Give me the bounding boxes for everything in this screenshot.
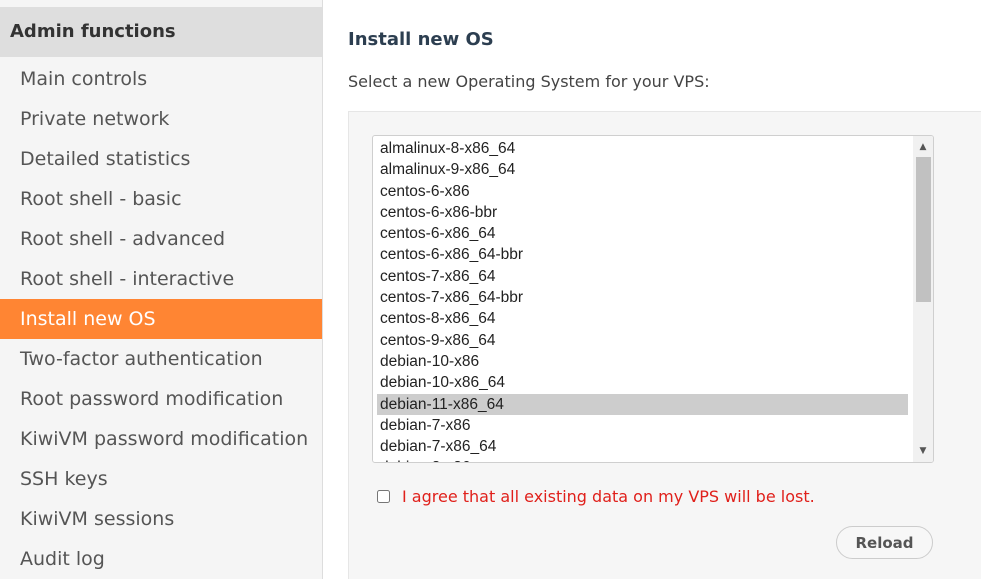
agree-row: I agree that all existing data on my VPS… [377, 484, 815, 508]
sidebar-menu: Main controls Private network Detailed sta… [0, 59, 322, 579]
sidebar-item-root-shell-interactive[interactable]: Root shell - interactive [0, 259, 322, 299]
os-select-list[interactable]: almalinux-8-x86_64 almalinux-9-x86_64 cent… [372, 135, 934, 463]
sidebar-item-install-new-os[interactable]: Install new OS [0, 299, 322, 339]
os-option[interactable]: debian-10-x86_64 [377, 372, 908, 393]
page: Admin functions Main controls Private net… [0, 0, 981, 579]
os-option[interactable]: debian-11-x86_64 [377, 393, 908, 415]
sidebar-item-kiwivm-sessions[interactable]: KiwiVM sessions [0, 499, 322, 539]
os-option[interactable]: almalinux-9-x86_64 [377, 159, 908, 180]
scroll-down-arrow-icon[interactable]: ▼ [913, 442, 933, 460]
os-option[interactable]: centos-7-x86_64 [377, 266, 908, 287]
os-option[interactable]: almalinux-8-x86_64 [377, 138, 908, 159]
os-option[interactable]: centos-6-x86_64-bbr [377, 244, 908, 265]
agree-checkbox[interactable] [377, 489, 390, 503]
os-option[interactable]: centos-6-x86-bbr [377, 202, 908, 223]
page-title: Install new OS [348, 29, 494, 50]
os-list-scrollbar[interactable]: ▲ ▼ [913, 136, 933, 462]
install-os-panel: almalinux-8-x86_64 almalinux-9-x86_64 cent… [348, 111, 981, 579]
os-option[interactable]: centos-7-x86_64-bbr [377, 287, 908, 308]
sidebar-item-root-password-modification[interactable]: Root password modification [0, 379, 322, 419]
agree-label[interactable]: I agree that all existing data on my VPS… [402, 487, 815, 506]
os-option[interactable]: debian-8-x86 [377, 457, 908, 462]
sidebar-item-main-controls[interactable]: Main controls [0, 59, 322, 99]
page-subtitle: Select a new Operating System for your V… [348, 72, 710, 91]
main-content: Install new OS Select a new Operating Sy… [348, 0, 981, 579]
reload-button[interactable]: Reload [836, 526, 933, 559]
sidebar-item-root-shell-basic[interactable]: Root shell - basic [0, 179, 322, 219]
scroll-thumb[interactable] [916, 157, 931, 302]
scroll-up-arrow-icon[interactable]: ▲ [913, 138, 933, 156]
sidebar-item-ssh-keys[interactable]: SSH keys [0, 459, 322, 499]
os-option[interactable]: debian-7-x86 [377, 415, 908, 436]
os-option[interactable]: centos-6-x86_64 [377, 223, 908, 244]
sidebar-item-kiwivm-password-modification[interactable]: KiwiVM password modification [0, 419, 322, 459]
sidebar-item-root-shell-advanced[interactable]: Root shell - advanced [0, 219, 322, 259]
os-option[interactable]: debian-10-x86 [377, 351, 908, 372]
os-options: almalinux-8-x86_64 almalinux-9-x86_64 cent… [377, 138, 908, 462]
os-option[interactable]: debian-7-x86_64 [377, 436, 908, 457]
os-option[interactable]: centos-6-x86 [377, 181, 908, 202]
sidebar-header: Admin functions [0, 7, 322, 57]
sidebar-item-two-factor-authentication[interactable]: Two-factor authentication [0, 339, 322, 379]
sidebar: Admin functions Main controls Private net… [0, 0, 323, 579]
sidebar-item-audit-log[interactable]: Audit log [0, 539, 322, 579]
os-option[interactable]: centos-8-x86_64 [377, 308, 908, 329]
sidebar-item-private-network[interactable]: Private network [0, 99, 322, 139]
os-option[interactable]: centos-9-x86_64 [377, 330, 908, 351]
sidebar-item-detailed-statistics[interactable]: Detailed statistics [0, 139, 322, 179]
